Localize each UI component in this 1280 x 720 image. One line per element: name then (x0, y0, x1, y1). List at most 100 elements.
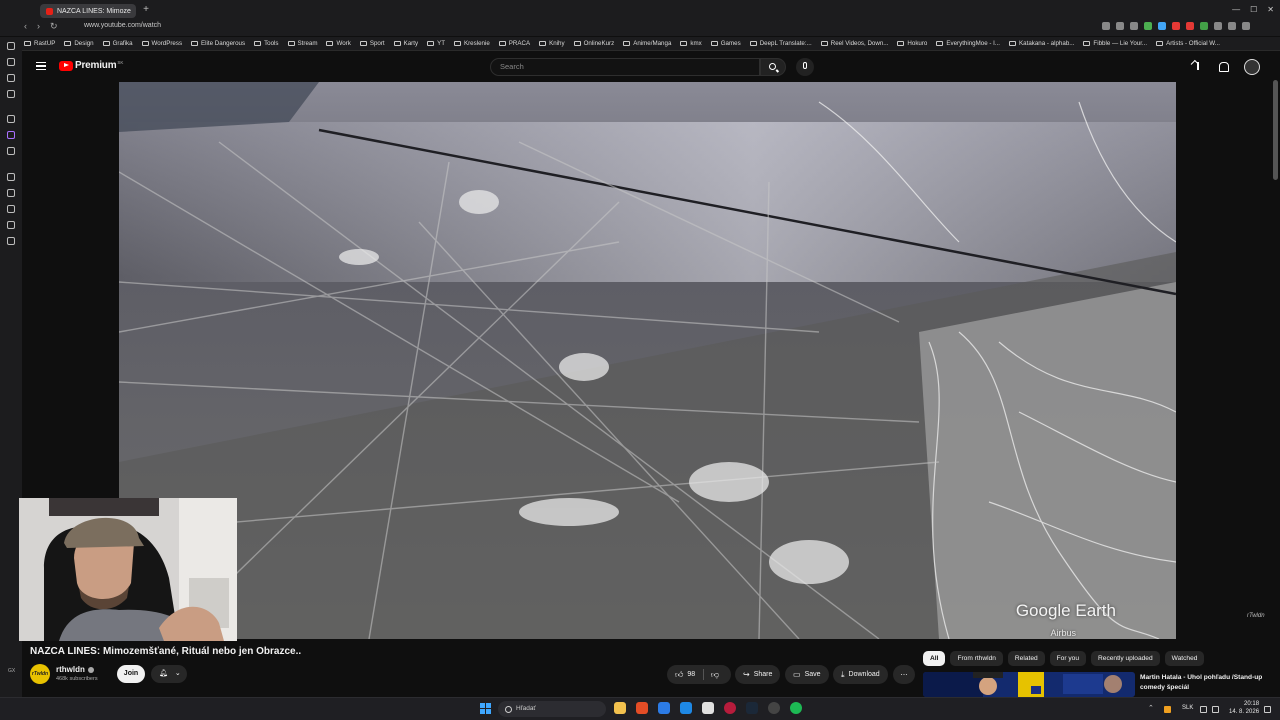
bookmark-item[interactable]: WordPress (141, 40, 182, 47)
sidebar-icon[interactable] (7, 42, 15, 50)
search-input[interactable]: Search (490, 58, 760, 76)
keyboard-language[interactable]: SLK (1182, 705, 1193, 711)
video-player[interactable]: Google Earth Airbus (119, 82, 1176, 639)
filter-chip[interactable]: Related (1007, 651, 1045, 666)
youtube-logo[interactable]: Premium SK (59, 60, 123, 71)
forward-icon[interactable]: › (37, 21, 40, 32)
address-bar[interactable]: www.youtube.com/watch (84, 22, 161, 29)
thumbs-down-icon[interactable]: 👎︎ (711, 670, 719, 680)
network-icon[interactable] (1200, 706, 1207, 713)
filter-chip[interactable]: All (923, 651, 946, 666)
notification-center-icon[interactable] (1264, 706, 1271, 713)
taskbar-search[interactable]: Hľadať (498, 701, 606, 717)
extension-icon[interactable] (1158, 22, 1166, 30)
app-icon[interactable] (702, 702, 714, 714)
sidebar-icon[interactable] (7, 58, 15, 66)
bookmark-item[interactable]: DeepL Translate:... (749, 40, 812, 47)
extension-icon[interactable] (1102, 22, 1110, 30)
extension-icon[interactable] (1144, 22, 1152, 30)
new-tab-button[interactable]: + (140, 4, 152, 16)
extension-icon[interactable] (1186, 22, 1194, 30)
bookmark-item[interactable]: Stream (287, 40, 317, 47)
minimize-icon[interactable]: — (1232, 5, 1240, 14)
filter-chip[interactable]: Recently uploaded (1091, 651, 1160, 666)
extension-icon[interactable] (1116, 22, 1124, 30)
twitch-icon[interactable] (7, 131, 15, 139)
page-scrollbar[interactable] (1273, 80, 1278, 180)
save-button[interactable]: ▭ Save (785, 665, 829, 684)
notifications-bell-icon[interactable] (1217, 61, 1229, 73)
voice-search-button[interactable] (796, 58, 814, 76)
bookmark-item[interactable]: Work (326, 40, 351, 47)
bookmark-item[interactable]: Tools (254, 40, 279, 47)
file-explorer-icon[interactable] (614, 702, 626, 714)
extension-icon[interactable] (1242, 22, 1250, 30)
sidebar-icon[interactable] (7, 189, 15, 197)
tray-overflow-icon[interactable]: ⌃ (1148, 704, 1155, 712)
reload-icon[interactable]: ↻ (50, 21, 58, 32)
opera-gx-icon[interactable] (724, 702, 736, 714)
upload-icon[interactable] (1192, 61, 1204, 73)
extension-icon[interactable] (1200, 22, 1208, 30)
bookmark-item[interactable]: Hokuro (897, 40, 927, 47)
bookmark-item[interactable]: Grafika (102, 40, 133, 47)
browser-tab[interactable]: NAZCA LINES: Mimoze (40, 4, 136, 18)
download-button[interactable]: ⤓ Download (833, 665, 888, 684)
volume-icon[interactable] (1212, 706, 1219, 713)
bookmark-item[interactable]: YT (427, 40, 445, 47)
bookmark-item[interactable]: Elite Dangerous (191, 40, 245, 47)
filter-chip[interactable]: Watched (1164, 651, 1205, 666)
bookmark-item[interactable]: RastUP (24, 40, 55, 47)
sidebar-icon[interactable] (7, 205, 15, 213)
join-button[interactable]: Join (117, 665, 145, 683)
sidebar-icon[interactable] (7, 173, 15, 181)
account-avatar[interactable] (1244, 59, 1260, 75)
sidebar-icon[interactable] (7, 237, 15, 245)
tray-app-icon[interactable] (1164, 706, 1171, 713)
back-icon[interactable]: ‹ (24, 21, 27, 32)
bookmark-item[interactable]: EverythingMoe - I... (936, 40, 1000, 47)
sidebar-icon[interactable] (7, 90, 15, 98)
bookmark-item[interactable]: Design (64, 40, 94, 47)
bookmark-item[interactable]: Fibble — Lie Your... (1083, 40, 1147, 47)
filter-chip[interactable]: From rthwldn (950, 651, 1003, 666)
notification-settings-button[interactable]: 🔔︎ ⌄ (151, 665, 187, 683)
bookmark-item[interactable]: Games (710, 40, 741, 47)
channel-avatar[interactable]: rTwldn (30, 664, 50, 684)
app-icon[interactable] (658, 702, 670, 714)
search-button[interactable] (760, 58, 786, 76)
bookmark-item[interactable]: Artists - Official W... (1156, 40, 1220, 47)
bookmark-item[interactable]: Sport (359, 40, 385, 47)
bookmark-item[interactable]: Karty (393, 40, 418, 47)
bookmark-item[interactable]: Kreslenie (453, 40, 490, 47)
spotify-icon[interactable] (790, 702, 802, 714)
bookmark-item[interactable]: Reel Videos, Down... (820, 40, 888, 47)
extension-icon[interactable] (1228, 22, 1236, 30)
bookmark-item[interactable]: Knihy (539, 40, 565, 47)
share-button[interactable]: ↪ Share (735, 665, 781, 684)
extension-icon[interactable] (1172, 22, 1180, 30)
maximize-icon[interactable]: ☐ (1250, 5, 1257, 14)
app-icon[interactable] (680, 702, 692, 714)
bookmark-item[interactable]: Anime/Manga (623, 40, 671, 47)
more-actions-button[interactable]: ⋯ (893, 665, 915, 684)
sidebar-icon[interactable] (7, 115, 15, 123)
sidebar-icon[interactable] (7, 221, 15, 229)
sidebar-icon[interactable] (7, 74, 15, 82)
bookmark-item[interactable]: OnlineKurz (573, 40, 614, 47)
brave-browser-icon[interactable] (636, 702, 648, 714)
extension-icon[interactable] (1130, 22, 1138, 30)
bookmark-item[interactable]: kmx (680, 40, 702, 47)
close-icon[interactable]: ✕ (1267, 5, 1274, 14)
taskbar-clock[interactable]: 20:18 14. 8. 2026 (1229, 700, 1259, 716)
steam-icon[interactable] (746, 702, 758, 714)
bookmark-item[interactable]: Katakana - alphab... (1009, 40, 1074, 47)
filter-chip[interactable]: For you (1049, 651, 1087, 666)
recommendation-thumbnail[interactable] (923, 672, 1135, 697)
sidebar-icon[interactable] (7, 147, 15, 155)
extension-icon[interactable] (1214, 22, 1222, 30)
bookmark-item[interactable]: PRACA (498, 40, 530, 47)
windows-start-icon[interactable] (480, 703, 491, 714)
obs-icon[interactable] (768, 702, 780, 714)
channel-name[interactable]: rthwldn (56, 665, 94, 674)
